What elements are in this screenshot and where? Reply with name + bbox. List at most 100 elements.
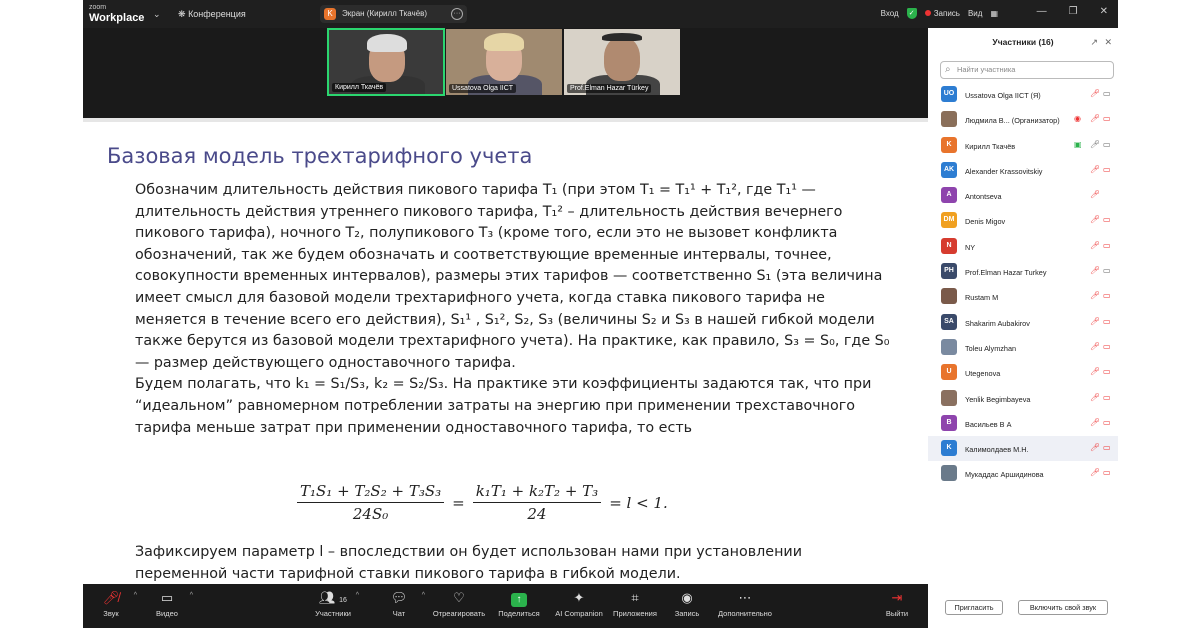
- close-icon[interactable]: ✕: [1100, 6, 1108, 17]
- camera-off-icon[interactable]: ▭: [1103, 393, 1111, 402]
- mic-muted-icon[interactable]: 🎤︎: [1090, 342, 1100, 351]
- camera-off-icon[interactable]: ▭: [1103, 114, 1111, 123]
- camera-off-icon[interactable]: ▭: [1103, 317, 1111, 326]
- camera-off-icon[interactable]: ▭: [1103, 418, 1111, 427]
- avatar: [941, 111, 957, 128]
- sign-in-label[interactable]: Вход: [881, 9, 899, 18]
- participants-button[interactable]: 👥︎ 16 Участники ^: [305, 590, 361, 618]
- camera-off-icon[interactable]: ▭: [1103, 215, 1111, 224]
- person-hair: [367, 34, 407, 52]
- unmute-button[interactable]: Включить свой звук: [1018, 600, 1108, 615]
- more-options-icon[interactable]: ···: [451, 8, 463, 20]
- participant-name: Rustam M: [965, 293, 999, 303]
- participant-row[interactable]: U Utegenova 🎤︎ ▭: [928, 360, 1118, 385]
- camera-off-icon[interactable]: ▭: [1103, 367, 1111, 376]
- participant-row[interactable]: Yenlik Begimbayeva 🎤︎ ▭: [928, 386, 1118, 411]
- mic-muted-icon[interactable]: 🎤︎: [1090, 266, 1100, 275]
- camera-off-icon[interactable]: ▭: [1103, 165, 1111, 174]
- invite-button[interactable]: Пригласить: [945, 600, 1003, 615]
- camera-icon[interactable]: ▭: [1103, 140, 1111, 149]
- record-label: Запись: [674, 609, 700, 618]
- participant-row[interactable]: Мукаддас Аршидинова 🎤︎ ▭: [928, 461, 1118, 486]
- participant-row[interactable]: AK Alexander Krassovitskiy 🎤︎ ▭: [928, 158, 1118, 183]
- participant-row[interactable]: K Калимолдаев М.Н. 🎤︎ ▭: [928, 436, 1118, 462]
- participant-row[interactable]: DM Denis Migov 🎤︎ ▭: [928, 208, 1118, 233]
- shield-icon[interactable]: ✓: [906, 8, 917, 19]
- share-label: Поделиться: [498, 609, 540, 618]
- audio-button[interactable]: 🎤︎̸ Звук ^: [83, 590, 139, 618]
- chevron-down-icon[interactable]: ⌄: [153, 9, 161, 20]
- popout-icon[interactable]: ↗: [1090, 28, 1098, 56]
- mic-muted-icon[interactable]: 🎤︎: [1090, 367, 1100, 376]
- mic-muted-icon[interactable]: 🎤︎: [1090, 317, 1100, 326]
- camera-icon[interactable]: ▭: [1103, 266, 1111, 275]
- apps-label: Приложения: [613, 609, 657, 618]
- screen-share-indicator[interactable]: K Экран (Кирилл Ткачёв) ···: [320, 5, 467, 23]
- video-tile[interactable]: Ussatova Olga IICT: [445, 28, 563, 96]
- video-tile[interactable]: Prof.Elman Hazar Türkey: [563, 28, 681, 96]
- video-tile[interactable]: Кирилл Ткачёв: [327, 28, 445, 96]
- chevron-up-icon[interactable]: ^: [422, 592, 425, 599]
- camera-off-icon[interactable]: ▭: [1103, 443, 1111, 452]
- participant-row[interactable]: B Васильев В А 🎤︎ ▭: [928, 411, 1118, 436]
- restore-icon[interactable]: ❐: [1069, 6, 1078, 17]
- camera-off-icon[interactable]: ▭: [1103, 342, 1111, 351]
- chevron-up-icon[interactable]: ^: [190, 592, 193, 599]
- grid-icon[interactable]: ▦: [990, 9, 998, 18]
- chevron-up-icon[interactable]: ^: [356, 592, 359, 599]
- chat-button[interactable]: 💬︎ Чат ^: [371, 590, 427, 618]
- mic-muted-icon[interactable]: 🎤︎: [1090, 393, 1100, 402]
- share-title: Экран (Кирилл Ткачёв): [342, 9, 428, 18]
- mic-muted-icon[interactable]: 🎤︎: [1090, 215, 1100, 224]
- participant-row[interactable]: UO Ussatova Olga IICT (Я) 🎤︎ ▭: [928, 82, 1118, 107]
- recording-indicator[interactable]: Запись: [925, 9, 960, 18]
- participant-row[interactable]: K Кирилл Ткачёв ▣ 🎤︎ ▭: [928, 133, 1118, 158]
- mic-icon[interactable]: 🎤︎: [1090, 140, 1100, 149]
- participant-row[interactable]: SA Shakarim Aubakirov 🎤︎ ▭: [928, 310, 1118, 335]
- camera-off-icon[interactable]: ▭: [1103, 468, 1111, 477]
- slide-paragraph-2: Будем полагать, что k₁ = S₁/S₃, k₂ = S₂/…: [135, 376, 872, 436]
- mic-muted-icon[interactable]: 🎤︎: [1090, 190, 1100, 199]
- react-button[interactable]: ♡ Отреагировать: [431, 590, 487, 618]
- video-label: Видео: [156, 609, 178, 618]
- conference-menu[interactable]: ❋ Конференция: [178, 9, 246, 20]
- video-button[interactable]: ▭ Видео ^: [139, 590, 195, 618]
- mic-muted-icon[interactable]: 🎤︎: [1090, 241, 1100, 250]
- more-button[interactable]: ⋯ Дополнительно: [717, 590, 773, 618]
- record-button[interactable]: ◉ Запись: [659, 590, 715, 618]
- participant-name: Antontseva: [965, 192, 1002, 202]
- mic-muted-icon[interactable]: 🎤︎: [1090, 443, 1100, 452]
- avatar: DM: [941, 212, 957, 229]
- mic-muted-icon[interactable]: 🎤︎: [1090, 291, 1100, 300]
- search-input[interactable]: Найти участника: [940, 61, 1114, 79]
- participant-row[interactable]: PH Prof.Elman Hazar Turkey 🎤︎ ▭: [928, 259, 1118, 284]
- mic-muted-icon[interactable]: 🎤︎: [1090, 418, 1100, 427]
- leave-button[interactable]: ⇥ Выйти: [869, 590, 925, 618]
- minimize-icon[interactable]: —: [1037, 6, 1047, 17]
- video-strip: Кирилл Ткачёв Ussatova Olga IICT Prof.El…: [327, 28, 683, 96]
- participant-name: Мукаддас Аршидинова: [965, 470, 1044, 480]
- mic-muted-icon[interactable]: 🎤︎: [1090, 165, 1100, 174]
- window-controls: — ❐ ✕: [1037, 6, 1108, 17]
- apps-icon: ⌗: [631, 590, 639, 605]
- mic-muted-icon[interactable]: 🎤︎: [1090, 114, 1100, 123]
- record-icon: ◉: [1074, 114, 1081, 124]
- chevron-up-icon[interactable]: ^: [134, 592, 137, 599]
- mic-muted-icon[interactable]: 🎤︎: [1090, 89, 1100, 98]
- participant-row[interactable]: Toleu Alymzhan 🎤︎ ▭: [928, 335, 1118, 360]
- camera-off-icon[interactable]: ▭: [1103, 291, 1111, 300]
- apps-button[interactable]: ⌗ Приложения: [607, 590, 663, 618]
- share-button[interactable]: ↑ Поделиться: [491, 590, 547, 618]
- participant-row[interactable]: Людмила В... (Организатор) ◉ 🎤︎ ▭: [928, 107, 1118, 132]
- participant-row[interactable]: A Antontseva 🎤︎: [928, 183, 1118, 208]
- participant-list: UO Ussatova Olga IICT (Я) 🎤︎ ▭ Людмила В... …: [928, 82, 1118, 487]
- camera-off-icon[interactable]: ▭: [1103, 241, 1111, 250]
- close-icon[interactable]: ✕: [1104, 28, 1112, 56]
- ai-companion-button[interactable]: ✦ AI Companion: [551, 590, 607, 618]
- participant-name: Васильев В А: [965, 419, 1012, 429]
- participant-row[interactable]: N NY 🎤︎ ▭: [928, 234, 1118, 259]
- participant-row[interactable]: Rustam M 🎤︎ ▭: [928, 284, 1118, 309]
- mic-muted-icon[interactable]: 🎤︎: [1090, 468, 1100, 477]
- view-button[interactable]: Вид: [968, 9, 982, 18]
- camera-icon[interactable]: ▭: [1103, 89, 1111, 98]
